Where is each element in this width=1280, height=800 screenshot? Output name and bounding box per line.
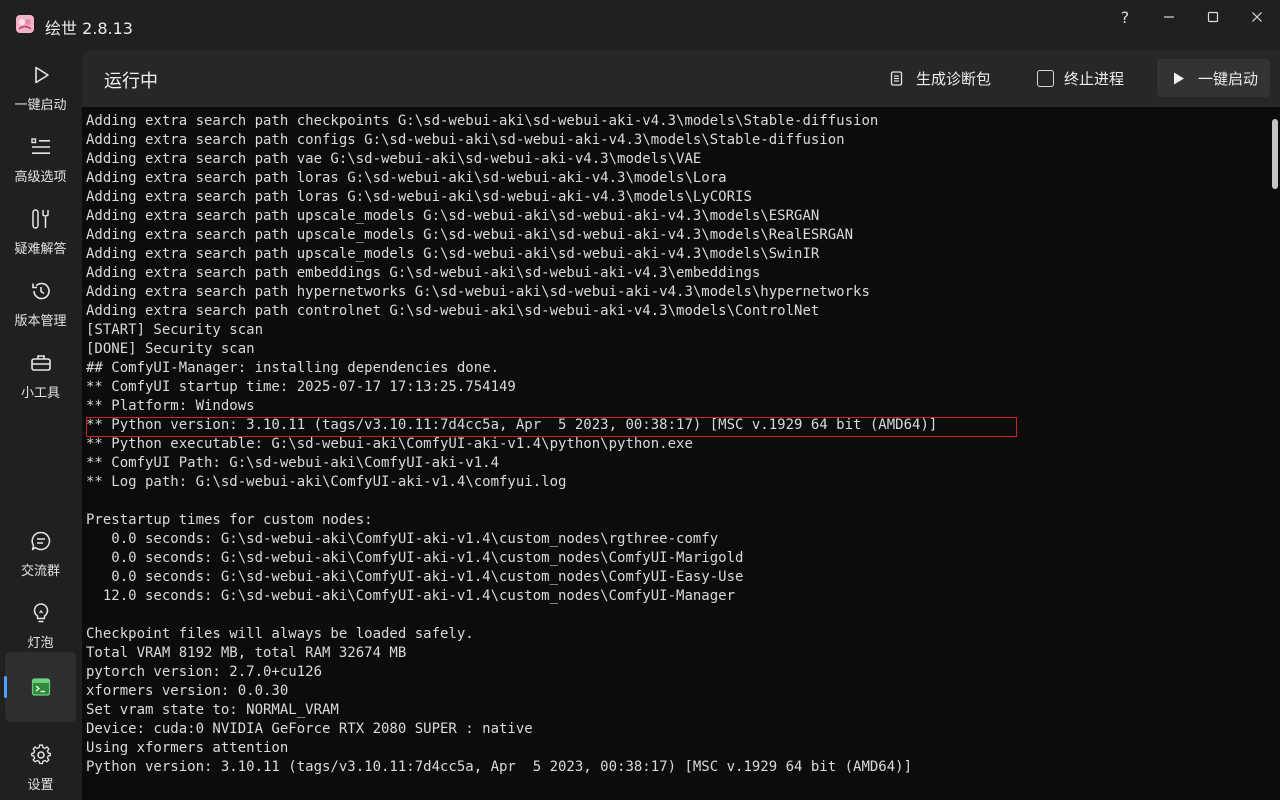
console-line: Using xformers attention (86, 740, 289, 756)
console-line: 0.0 seconds: G:\sd-webui-aki\ComfyUI-aki… (86, 569, 744, 585)
toolbox-icon (30, 355, 51, 371)
console-line: Checkpoint files will always be loaded s… (86, 626, 474, 642)
console-line: Adding extra search path loras G:\sd-web… (86, 170, 727, 186)
play-icon (34, 66, 49, 84)
sidebar-item-label: 设置 (27, 778, 54, 793)
sidebar-item-label: 小工具 (20, 386, 60, 401)
console-line: Adding extra search path upscale_models … (86, 208, 820, 224)
console-line: Total VRAM 8192 MB, total RAM 32674 MB (86, 645, 407, 661)
sidebar-item-launch[interactable]: 一键启动 (5, 58, 76, 128)
console-line: [DONE] Security scan (86, 341, 255, 357)
minimize-icon (1164, 16, 1174, 18)
terminate-checkbox-icon (1037, 69, 1054, 87)
console-line: ** ComfyUI startup time: 2025-07-17 17:1… (86, 379, 516, 395)
sidebar-item-label: 疑难解答 (14, 242, 67, 257)
console-line: Adding extra search path vae G:\sd-webui… (86, 151, 702, 167)
console-line: Set vram state to: NORMAL_VRAM (86, 702, 339, 718)
console-line: xformers version: 0.0.30 (86, 683, 289, 699)
minimize-button[interactable] (1149, 4, 1189, 30)
close-icon (1252, 12, 1262, 22)
title-bar: 绘世 2.8.13 ? (0, 0, 1280, 50)
sidebar-item-label: 灯泡 (27, 636, 54, 651)
play-icon (1174, 72, 1184, 84)
terminal-icon (31, 678, 50, 696)
chat-icon (30, 531, 50, 551)
history-icon (31, 282, 50, 300)
console-line: ** Platform: Windows (86, 398, 255, 414)
sidebar-item-label: 一键启动 (14, 98, 67, 113)
console-line: ** Log path: G:\sd-webui-aki\ComfyUI-aki… (86, 474, 567, 490)
console-line: Python version: 3.10.11 (tags/v3.10.11:7… (86, 759, 913, 775)
help-icon: ? (1120, 7, 1130, 27)
sidebar-item-troubleshoot[interactable]: 疑难解答 (5, 202, 76, 272)
lightbulb-icon (33, 603, 48, 623)
sidebar-item-tools[interactable]: 小工具 (5, 346, 76, 416)
console-log: Adding extra search path checkpoints G:\… (86, 112, 1256, 777)
sidebar: 一键启动 高级选项 疑难解答 版本管理 小工具 交流群 灯泡 设置 (0, 50, 82, 800)
active-indicator (4, 676, 7, 698)
maximize-button[interactable] (1193, 4, 1233, 30)
maximize-icon (1207, 11, 1219, 23)
highlight-box (86, 417, 1017, 437)
console-scrollbar[interactable] (1272, 113, 1278, 797)
console-line: Adding extra search path hypernetworks G… (86, 284, 870, 300)
list-icon (30, 138, 50, 155)
sidebar-item-console[interactable] (4, 652, 76, 722)
app-title: 绘世 2.8.13 (45, 19, 133, 38)
sidebar-item-community[interactable]: 交流群 (5, 524, 76, 594)
one-click-launch-label: 一键启动 (1198, 69, 1259, 88)
console-line: Adding extra search path loras G:\sd-web… (86, 189, 752, 205)
generate-diagnostics-label: 生成诊断包 (916, 69, 992, 88)
main-panel: 运行中 生成诊断包 终止进程 一键启动 Adding extra search … (82, 50, 1280, 800)
console-line: Adding extra search path upscale_models … (86, 227, 854, 243)
console-line: Adding extra search path embeddings G:\s… (86, 265, 761, 281)
sidebar-item-label: 交流群 (20, 564, 60, 579)
console-line: Adding extra search path upscale_models … (86, 246, 820, 262)
console-line: [START] Security scan (86, 322, 264, 338)
sidebar-item-advanced[interactable]: 高级选项 (5, 130, 76, 200)
console-line: Prestartup times for custom nodes: (86, 512, 373, 528)
console-line: Device: cuda:0 NVIDIA GeForce RTX 2080 S… (86, 721, 533, 737)
header: 运行中 生成诊断包 终止进程 一键启动 (82, 50, 1280, 106)
sidebar-item-label: 版本管理 (14, 314, 67, 329)
document-icon (890, 70, 903, 86)
console-output[interactable]: Adding extra search path checkpoints G:\… (82, 107, 1280, 800)
console-line: Adding extra search path controlnet G:\s… (86, 303, 820, 319)
console-line: 12.0 seconds: G:\sd-webui-aki\ComfyUI-ak… (86, 588, 736, 604)
tools-icon (31, 209, 49, 229)
terminate-process-button[interactable]: 终止进程 (1037, 59, 1124, 97)
console-line: Adding extra search path checkpoints G:\… (86, 113, 879, 129)
console-line: pytorch version: 2.7.0+cu126 (86, 664, 323, 680)
close-button[interactable] (1237, 4, 1277, 30)
terminate-process-label: 终止进程 (1064, 69, 1125, 88)
console-line: ** Python executable: G:\sd-webui-aki\Co… (86, 436, 693, 452)
sidebar-item-versions[interactable]: 版本管理 (5, 274, 76, 344)
console-line: 0.0 seconds: G:\sd-webui-aki\ComfyUI-aki… (86, 550, 744, 566)
scrollbar-thumb[interactable] (1272, 119, 1278, 189)
console-line: 0.0 seconds: G:\sd-webui-aki\ComfyUI-aki… (86, 531, 719, 547)
app-logo-icon (16, 15, 34, 33)
one-click-launch-button[interactable]: 一键启动 (1157, 59, 1271, 97)
console-line: Adding extra search path configs G:\sd-w… (86, 132, 845, 148)
generate-diagnostics-button[interactable]: 生成诊断包 (889, 59, 991, 97)
sidebar-item-settings[interactable]: 设置 (5, 738, 76, 800)
page-title: 运行中 (104, 71, 158, 92)
gear-icon (30, 744, 51, 765)
console-line: ## ComfyUI-Manager: installing dependenc… (86, 360, 500, 376)
help-button[interactable]: ? (1105, 4, 1145, 30)
console-line: ** ComfyUI Path: G:\sd-webui-aki\ComfyUI… (86, 455, 500, 471)
sidebar-item-label: 高级选项 (14, 170, 67, 185)
